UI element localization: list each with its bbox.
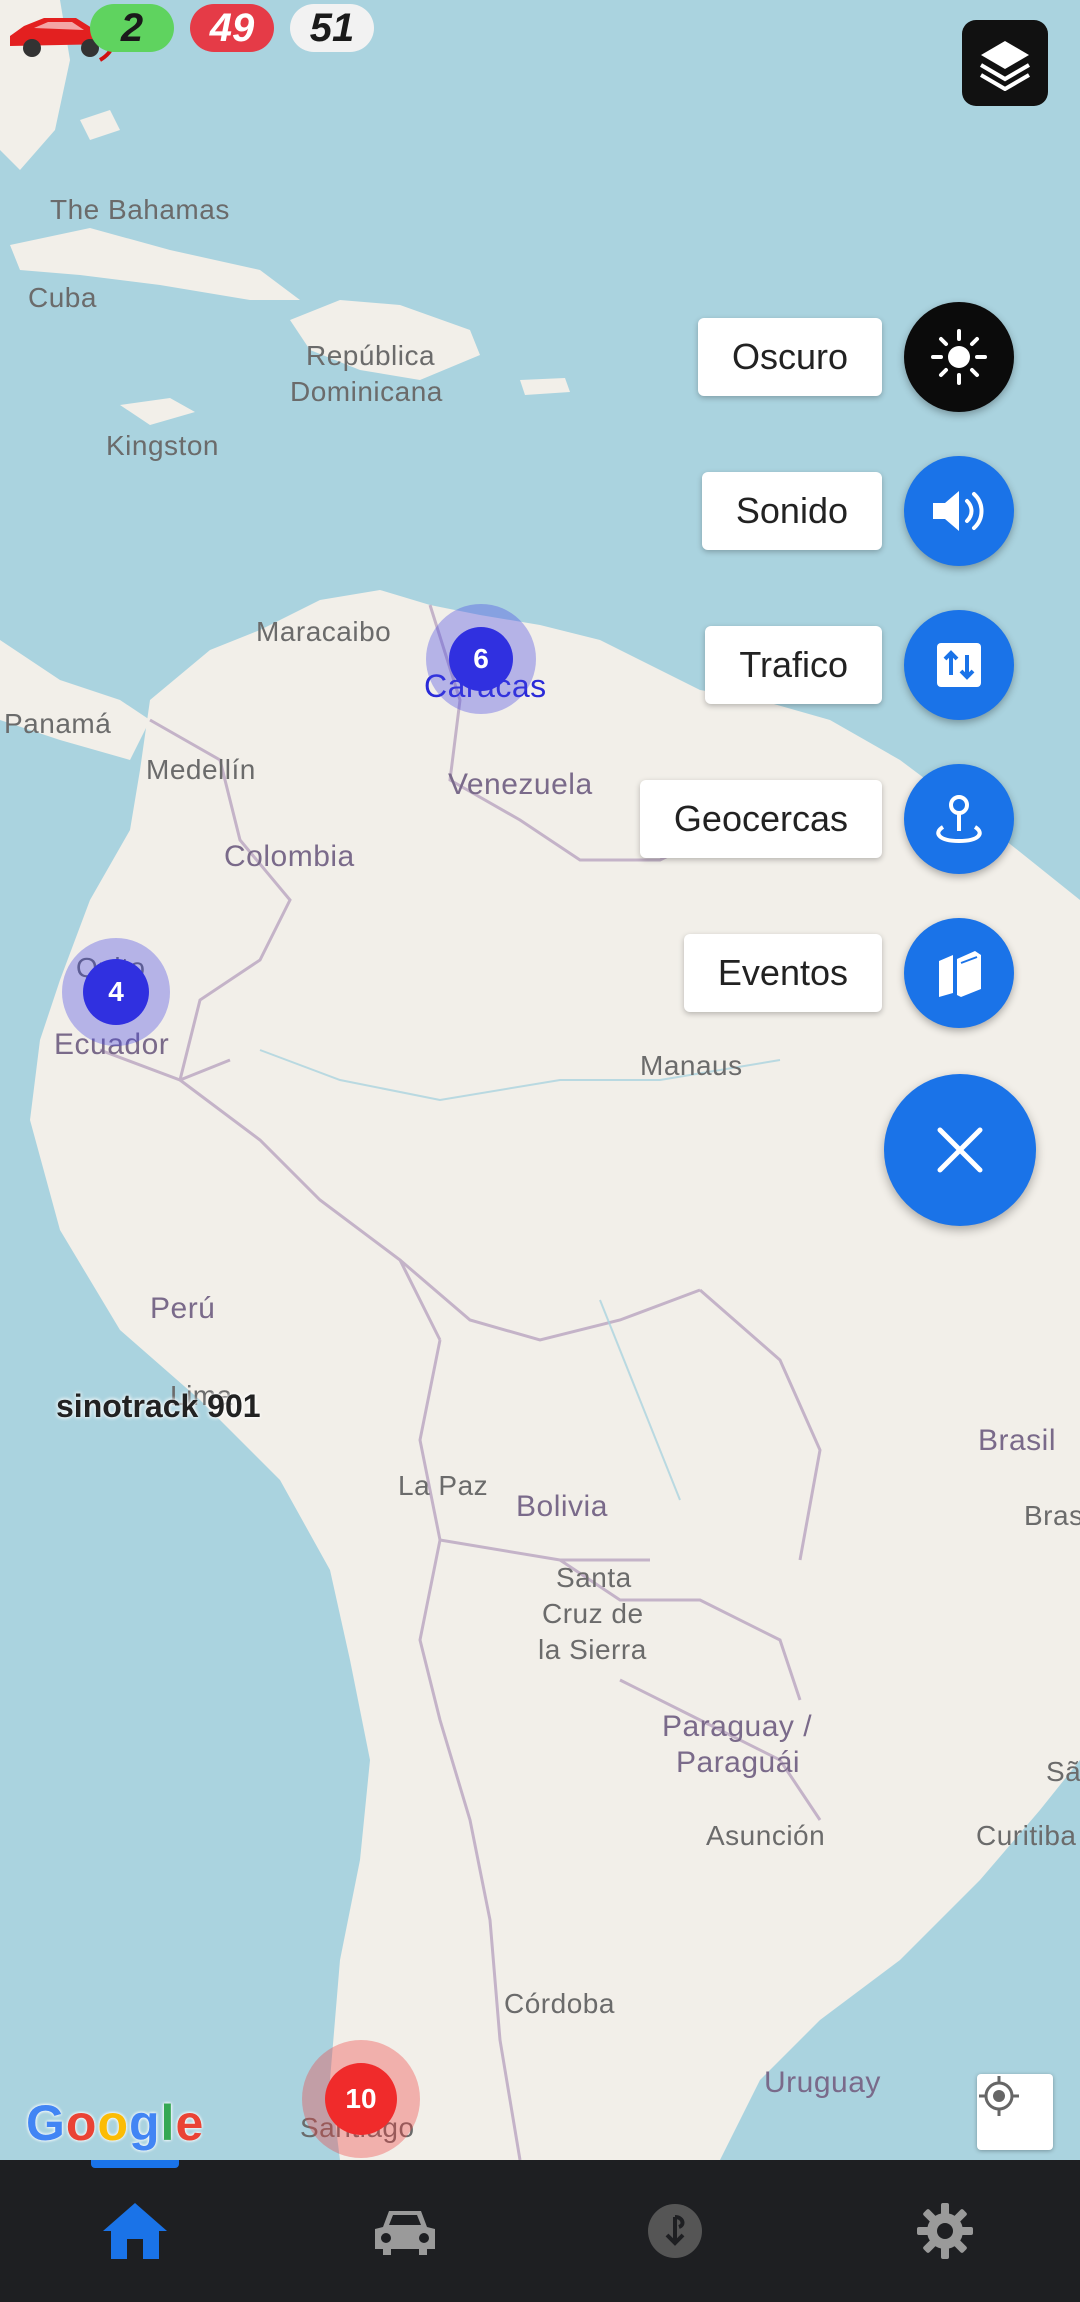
status-counters: 2 49 51	[90, 4, 374, 52]
events-icon	[939, 951, 981, 997]
geofence-icon	[936, 795, 982, 844]
map-layers-button[interactable]	[962, 20, 1048, 106]
crosshair-icon	[979, 2076, 1019, 2116]
map-label-paraguay: Paraguay /	[662, 1710, 813, 1743]
map-label-la-sierra: la Sierra	[538, 1634, 647, 1665]
google-logo-letter: l	[160, 2095, 176, 2151]
bottom-navigation	[0, 2160, 1080, 2302]
map-label-venezuela: Venezuela	[448, 768, 593, 801]
gear-icon	[917, 2203, 973, 2259]
traffic-icon	[937, 643, 981, 687]
close-icon	[937, 1127, 983, 1173]
speed-dial-label[interactable]: Eventos	[683, 934, 882, 1012]
my-location-button[interactable]	[977, 2074, 1053, 2150]
car-icon	[375, 2211, 435, 2255]
map-label-uruguay: Uruguay	[764, 2066, 881, 2099]
cluster-marker-santiago[interactable]: 10	[302, 2040, 420, 2158]
map-label-medellin: Medellín	[146, 754, 256, 785]
online-count-badge[interactable]: 2	[90, 4, 174, 52]
speed-dial-label[interactable]: Trafico	[705, 626, 882, 704]
google-logo-letter: o	[65, 2095, 98, 2151]
home-icon	[103, 2203, 167, 2259]
speed-dial-sound: Sonido	[701, 456, 1014, 566]
map-label-brasil: Brasil	[978, 1424, 1057, 1457]
speed-dial-label[interactable]: Sonido	[701, 472, 882, 550]
map-label-curitiba: Curitiba	[976, 1820, 1077, 1851]
speed-dial-dark-mode: Oscuro	[697, 302, 1014, 412]
map-label-santa: Santa	[556, 1562, 632, 1593]
map-label-dominicana: Dominicana	[290, 376, 443, 407]
map-label-brasilia: Brasília	[1024, 1500, 1080, 1531]
map-label-republica: República	[306, 340, 436, 371]
geofences-button[interactable]	[904, 764, 1014, 874]
offline-count-badge[interactable]: 49	[190, 4, 274, 52]
google-logo-letter: e	[175, 2095, 205, 2151]
google-logo-letter: o	[97, 2095, 129, 2151]
map-label-bolivia: Bolivia	[516, 1490, 608, 1523]
map-label-manaus: Manaus	[640, 1050, 743, 1081]
speed-dial-geofences: Geocercas	[639, 764, 1014, 874]
cluster-count: 4	[83, 959, 149, 1025]
map-label-peru: Perú	[150, 1292, 216, 1325]
map-label-sao: São	[1046, 1756, 1080, 1787]
nav-settings[interactable]	[810, 2160, 1080, 2302]
sun-icon	[931, 329, 987, 385]
traffic-button[interactable]	[904, 610, 1014, 720]
cluster-marker-caracas[interactable]: 6	[426, 604, 536, 714]
history-icon	[648, 2204, 702, 2258]
map-label-asuncion: Asunción	[706, 1820, 826, 1851]
google-logo: Google	[26, 2094, 204, 2152]
map-label-kingston: Kingston	[106, 430, 219, 461]
events-button[interactable]	[904, 918, 1014, 1028]
vehicle-name-label[interactable]: sinotrack 901	[56, 1388, 261, 1425]
nav-home[interactable]	[0, 2160, 270, 2302]
cluster-count: 6	[449, 627, 513, 691]
volume-icon	[933, 491, 984, 531]
google-logo-letter: g	[129, 2095, 161, 2151]
sound-button[interactable]	[904, 456, 1014, 566]
cluster-marker-quito[interactable]: 4	[62, 938, 170, 1046]
map-label-la-paz: La Paz	[398, 1470, 489, 1501]
map-label-maracaibo: Maracaibo	[256, 616, 392, 647]
nav-history[interactable]	[540, 2160, 810, 2302]
map-label-bahamas: The Bahamas	[50, 194, 230, 225]
google-logo-letter: G	[26, 2095, 66, 2151]
dark-mode-button[interactable]	[904, 302, 1014, 412]
speed-dial-label[interactable]: Geocercas	[639, 780, 882, 858]
map-label-cuba: Cuba	[28, 282, 97, 313]
total-count-badge[interactable]: 51	[290, 4, 374, 52]
cluster-count: 10	[325, 2063, 397, 2135]
speed-dial-traffic: Trafico	[705, 610, 1014, 720]
map-label-panama: Panamá	[4, 708, 112, 739]
map-label-cruz-de: Cruz de	[542, 1598, 644, 1629]
speed-dial-events: Eventos	[683, 918, 1014, 1028]
map-label-paraguai: Paraguái	[676, 1746, 801, 1779]
close-speed-dial-button[interactable]	[884, 1074, 1036, 1226]
map-label-colombia: Colombia	[224, 840, 355, 873]
layers-icon	[979, 41, 1031, 91]
nav-vehicles[interactable]	[270, 2160, 540, 2302]
map-label-cordoba: Córdoba	[504, 1988, 615, 2019]
speed-dial-label[interactable]: Oscuro	[697, 318, 882, 396]
